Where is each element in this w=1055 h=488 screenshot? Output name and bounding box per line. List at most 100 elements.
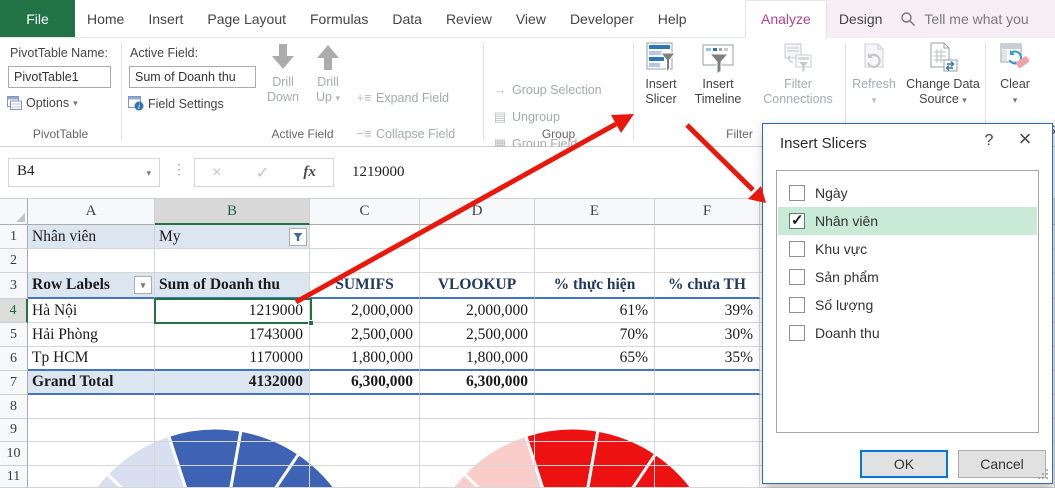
cell-F2[interactable] — [655, 249, 760, 273]
cell-E9[interactable] — [535, 419, 655, 442]
col-header-C[interactable]: C — [310, 199, 420, 225]
cell-D1[interactable] — [420, 225, 535, 249]
cell-A8[interactable] — [28, 395, 155, 419]
slicer-option-san-pham[interactable]: Sản phẩm — [778, 263, 1037, 291]
tab-help[interactable]: Help — [646, 0, 699, 37]
cell-C4[interactable]: 2,000,000 — [310, 299, 420, 323]
cell-D10[interactable] — [420, 442, 535, 466]
checkbox-unchecked-icon[interactable] — [789, 241, 805, 257]
cell-C7[interactable]: 6,300,000 — [310, 371, 420, 395]
pivottable-name-input[interactable]: PivotTable1 — [8, 66, 111, 88]
tab-home[interactable]: Home — [75, 0, 136, 37]
cell-E8[interactable] — [535, 395, 655, 419]
cell-E4[interactable]: 61% — [535, 299, 655, 323]
tab-review[interactable]: Review — [434, 0, 504, 37]
dialog-close-button[interactable]: × — [1009, 126, 1041, 152]
insert-timeline-button[interactable]: Insert Timeline — [688, 42, 748, 126]
cell-E5[interactable]: 70% — [535, 323, 655, 347]
confirm-entry-icon[interactable]: ✓ — [256, 163, 269, 183]
cancel-entry-icon[interactable]: × — [212, 164, 221, 182]
row-header-1[interactable]: 1 — [0, 225, 28, 249]
cell-C6[interactable]: 1,800,000 — [310, 347, 420, 371]
select-all-corner[interactable] — [0, 199, 28, 225]
cell-F8[interactable] — [655, 395, 760, 419]
ungroup-button[interactable]: ▤ Ungroup — [492, 109, 560, 125]
drill-down-button[interactable]: Drill Down — [262, 42, 304, 126]
cell-E2[interactable] — [535, 249, 655, 273]
tab-design[interactable]: Design — [827, 0, 895, 38]
cell-B4[interactable]: 1219000 — [155, 299, 310, 323]
cell-D6[interactable]: 1,800,000 — [420, 347, 535, 371]
checkbox-unchecked-icon[interactable] — [789, 269, 805, 285]
cell-A7[interactable]: Grand Total — [28, 371, 155, 395]
ok-button[interactable]: OK — [860, 450, 948, 478]
col-header-D[interactable]: D — [420, 199, 535, 225]
cell-E1[interactable] — [535, 225, 655, 249]
tab-file[interactable]: File — [0, 0, 75, 37]
col-header-F[interactable]: F — [655, 199, 760, 225]
checkbox-unchecked-icon[interactable] — [789, 297, 805, 313]
row-header-3[interactable]: 3 — [0, 273, 28, 299]
slicer-option-khu-vuc[interactable]: Khu vực — [778, 235, 1037, 263]
cell-E3[interactable]: % thực hiện — [535, 273, 655, 299]
cell-D9[interactable] — [420, 419, 535, 442]
cell-B2[interactable] — [155, 249, 310, 273]
cell-B11[interactable] — [155, 466, 310, 488]
name-box-caret-icon[interactable]: ▾ — [146, 168, 151, 179]
tell-me-search[interactable]: Tell me what you — [894, 0, 1034, 38]
cell-C11[interactable] — [310, 466, 420, 488]
col-header-A[interactable]: A — [28, 199, 155, 225]
tab-page-layout[interactable]: Page Layout — [195, 0, 298, 37]
formula-input[interactable]: 1219000 — [340, 158, 405, 187]
name-box[interactable]: B4 ▾ — [8, 158, 160, 187]
cell-F1[interactable] — [655, 225, 760, 249]
cell-D8[interactable] — [420, 395, 535, 419]
cell-F6[interactable]: 35% — [655, 347, 760, 371]
cell-A1[interactable]: Nhân viên — [28, 225, 155, 249]
filter-connections-button[interactable]: Filter Connections — [752, 42, 844, 126]
cell-D11[interactable] — [420, 466, 535, 488]
cell-F9[interactable] — [655, 419, 760, 442]
cell-F3[interactable]: % chưa TH — [655, 273, 760, 299]
expand-field-button[interactable]: +≡ Expand Field — [356, 90, 449, 105]
cell-A6[interactable]: Tp HCM — [28, 347, 155, 371]
cell-A10[interactable] — [28, 442, 155, 466]
row-header-5[interactable]: 5 — [0, 323, 28, 347]
dialog-help-button[interactable]: ? — [977, 132, 1001, 150]
change-data-source-button[interactable]: Change Data Source ▾ — [902, 42, 984, 126]
row-header-2[interactable]: 2 — [0, 249, 28, 273]
cell-F4[interactable]: 39% — [655, 299, 760, 323]
clear-button[interactable]: Clear ▾ — [988, 42, 1042, 126]
cell-B9[interactable] — [155, 419, 310, 442]
tab-view[interactable]: View — [504, 0, 558, 37]
checkbox-unchecked-icon[interactable] — [789, 185, 805, 201]
cell-B6[interactable]: 1170000 — [155, 347, 310, 371]
row-header-4[interactable]: 4 — [0, 299, 28, 323]
tab-insert[interactable]: Insert — [136, 0, 195, 37]
cell-F10[interactable] — [655, 442, 760, 466]
cell-F7[interactable] — [655, 371, 760, 395]
cell-C10[interactable] — [310, 442, 420, 466]
refresh-button[interactable]: Refresh ▾ — [848, 42, 900, 126]
row-header-6[interactable]: 6 — [0, 347, 28, 371]
field-settings-button[interactable]: i Field Settings — [128, 96, 224, 111]
cell-B3[interactable]: Sum of Doanh thu — [155, 273, 310, 299]
tab-formulas[interactable]: Formulas — [298, 0, 380, 37]
row-header-9[interactable]: 9 — [0, 419, 28, 442]
cell-B10[interactable] — [155, 442, 310, 466]
cell-F11[interactable] — [655, 466, 760, 488]
row-header-10[interactable]: 10 — [0, 442, 28, 466]
cell-B8[interactable] — [155, 395, 310, 419]
cell-D2[interactable] — [420, 249, 535, 273]
group-selection-button[interactable]: → Group Selection — [492, 82, 602, 97]
row-header-8[interactable]: 8 — [0, 395, 28, 419]
cell-A11[interactable] — [28, 466, 155, 488]
slicer-option-ngay[interactable]: Ngày — [778, 179, 1037, 207]
cell-E6[interactable]: 65% — [535, 347, 655, 371]
cell-B7[interactable]: 4132000 — [155, 371, 310, 395]
cell-E10[interactable] — [535, 442, 655, 466]
cell-A9[interactable] — [28, 419, 155, 442]
insert-slicer-button[interactable]: Insert Slicer — [636, 42, 686, 126]
cell-C2[interactable] — [310, 249, 420, 273]
cell-A2[interactable] — [28, 249, 155, 273]
